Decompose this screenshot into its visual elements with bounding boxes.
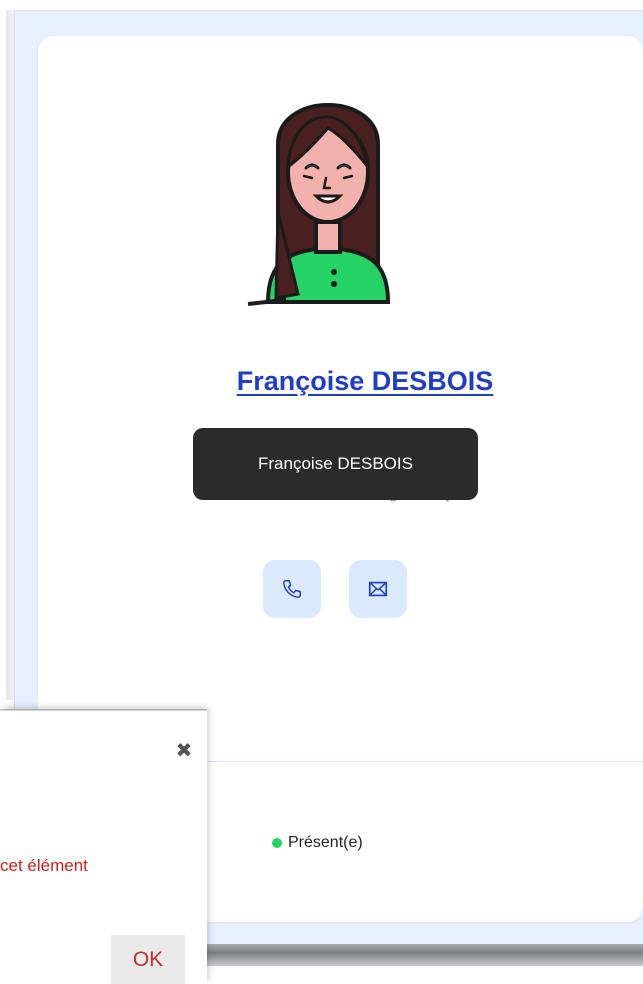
dialog-message-text: cet élément (0, 856, 88, 875)
status-label: Présent(e) (288, 834, 363, 851)
close-icon[interactable]: ✖ (174, 741, 194, 761)
screen: Françoise DESBOIS Service Clients / Agen… (0, 0, 643, 984)
name-tooltip: Françoise DESBOIS (193, 428, 478, 500)
status-dot (272, 838, 282, 848)
error-dialog: ✖ cet élément OK (0, 710, 207, 984)
phone-icon (283, 580, 301, 598)
person-name-link[interactable]: Françoise DESBOIS (130, 366, 600, 397)
tooltip-text: Françoise DESBOIS (258, 454, 413, 473)
mail-icon (368, 581, 388, 597)
frame-shadow-bottom (206, 944, 643, 966)
presence-status: Présent(e) (272, 834, 363, 852)
dialog-message: cet élément (0, 856, 207, 876)
ok-button[interactable]: OK (111, 935, 185, 984)
call-button[interactable] (263, 560, 321, 618)
avatar (247, 103, 391, 306)
email-button[interactable] (349, 560, 407, 618)
